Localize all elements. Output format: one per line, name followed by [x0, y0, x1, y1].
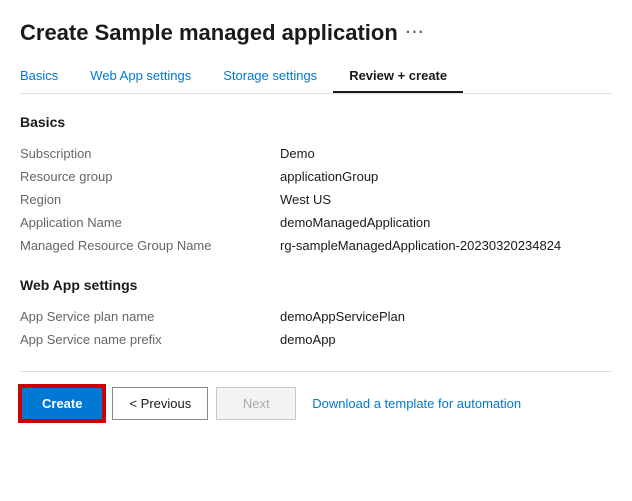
- web-app-table: App Service plan name demoAppServicePlan…: [20, 305, 612, 351]
- value-application-name: demoManagedApplication: [280, 211, 612, 234]
- basics-section-title: Basics: [20, 114, 612, 130]
- label-subscription: Subscription: [20, 142, 280, 165]
- web-app-section-title: Web App settings: [20, 277, 612, 293]
- table-row: App Service plan name demoAppServicePlan: [20, 305, 612, 328]
- tabs-nav: Basics Web App settings Storage settings…: [20, 60, 612, 94]
- value-app-service-prefix: demoApp: [280, 328, 612, 351]
- label-app-service-plan: App Service plan name: [20, 305, 280, 328]
- label-app-service-prefix: App Service name prefix: [20, 328, 280, 351]
- create-button[interactable]: Create: [20, 386, 104, 421]
- tab-web-app-settings[interactable]: Web App settings: [74, 60, 207, 93]
- footer: Create < Previous Next Download a templa…: [20, 371, 612, 421]
- table-row: Region West US: [20, 188, 612, 211]
- basics-section: Basics Subscription Demo Resource group …: [20, 114, 612, 257]
- label-application-name: Application Name: [20, 211, 280, 234]
- value-resource-group: applicationGroup: [280, 165, 612, 188]
- value-subscription: Demo: [280, 142, 612, 165]
- label-resource-group: Resource group: [20, 165, 280, 188]
- table-row: Application Name demoManagedApplication: [20, 211, 612, 234]
- table-row: Subscription Demo: [20, 142, 612, 165]
- value-managed-rg: rg-sampleManagedApplication-202303202348…: [280, 234, 612, 257]
- value-region: West US: [280, 188, 612, 211]
- next-button: Next: [216, 387, 296, 420]
- label-managed-rg: Managed Resource Group Name: [20, 234, 280, 257]
- table-row: Resource group applicationGroup: [20, 165, 612, 188]
- previous-button[interactable]: < Previous: [112, 387, 208, 420]
- value-app-service-plan: demoAppServicePlan: [280, 305, 612, 328]
- basics-table: Subscription Demo Resource group applica…: [20, 142, 612, 257]
- label-region: Region: [20, 188, 280, 211]
- table-row: App Service name prefix demoApp: [20, 328, 612, 351]
- tab-review-create[interactable]: Review + create: [333, 60, 463, 93]
- table-row: Managed Resource Group Name rg-sampleMan…: [20, 234, 612, 257]
- page-title: Create Sample managed application: [20, 20, 398, 46]
- web-app-section: Web App settings App Service plan name d…: [20, 277, 612, 351]
- ellipsis-icon[interactable]: ···: [406, 24, 425, 42]
- download-template-link[interactable]: Download a template for automation: [312, 396, 521, 411]
- tab-storage-settings[interactable]: Storage settings: [207, 60, 333, 93]
- tab-basics[interactable]: Basics: [20, 60, 74, 93]
